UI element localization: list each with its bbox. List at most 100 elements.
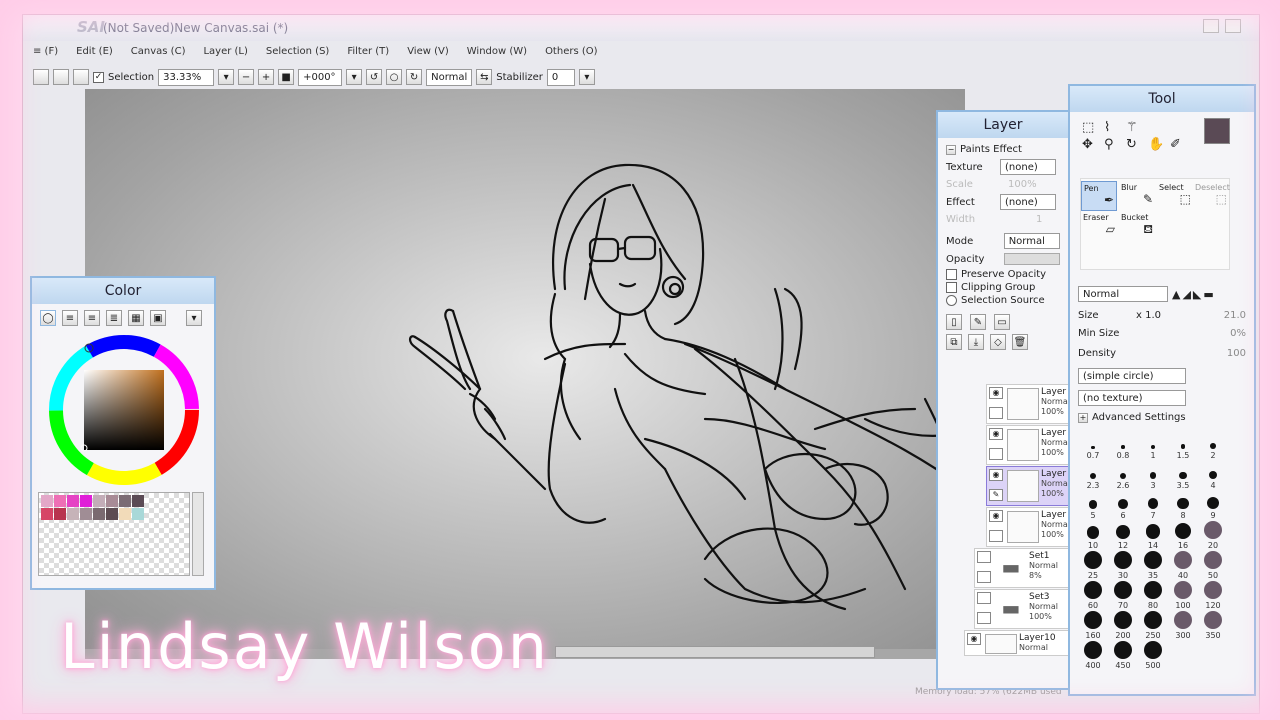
canvas-paper[interactable] [85,89,965,649]
lasso-icon[interactable]: ⌇ [1104,120,1124,135]
tool-bucket[interactable]: Bucket ⛾ [1119,211,1155,241]
color-swatch[interactable] [93,508,105,520]
layer-lock-icon[interactable] [977,612,991,624]
new-folder-icon[interactable]: ▭ [994,314,1010,330]
eyedropper-icon[interactable]: ✐ [1170,137,1190,152]
brush-size-preset[interactable]: 8 [1168,490,1198,520]
brush-size-preset[interactable]: 120 [1198,580,1228,610]
rgb-slider-tab[interactable]: ≡ [62,310,78,326]
color-swatch[interactable] [93,495,105,507]
menu-selection[interactable]: Selection (S) [257,43,338,63]
visibility-eye-icon[interactable]: ◉ [989,387,1003,399]
menu-filter[interactable]: Filter (T) [338,43,398,63]
zoom-reset-button[interactable]: ■ [278,69,295,85]
zoom-field[interactable]: 33.33% [158,68,215,86]
brush-size-preset[interactable]: 7 [1138,490,1168,520]
expand-icon[interactable]: + [1078,412,1088,423]
color-list-tab[interactable]: ≣ [106,310,122,326]
swatch-tab[interactable]: ▦ [128,310,144,326]
layer-lock-icon[interactable] [989,448,1003,460]
toolbar-button-1[interactable] [33,69,49,85]
canvas-horizontal-scrollbar[interactable] [555,646,875,658]
tool-eraser[interactable]: Eraser ▱ [1081,211,1117,241]
menu-file[interactable]: ≡ (F) [31,43,67,63]
layer-item[interactable]: ◉ Layer Normal 100% [986,507,1070,547]
brush-size-preset[interactable]: 10 [1078,520,1108,550]
primary-color-swatch[interactable] [1204,118,1230,144]
brush-size-preset[interactable]: 500 [1138,640,1168,670]
brush-size-preset[interactable]: 30 [1108,550,1138,580]
layer-item-selected[interactable]: ◉ ✎ Layer Normal 100% [986,466,1070,506]
minimize-button[interactable] [1203,19,1219,33]
layer-lock-icon[interactable] [989,407,1003,419]
brush-size-preset[interactable]: 400 [1078,640,1108,670]
brush-size-preset[interactable]: 2.6 [1108,460,1138,490]
clipping-group-row[interactable]: Clipping Group [938,282,1068,295]
zoom-dropdown[interactable]: ▾ [218,69,235,85]
hsv-slider-tab[interactable]: ≡ [84,310,100,326]
selection-checkbox[interactable]: ✓ [93,71,104,83]
visibility-eye-icon[interactable]: ◉ [967,633,981,645]
color-swatch[interactable] [41,495,53,507]
flip-icon[interactable]: ⇆ [476,69,493,85]
collapse-icon[interactable]: − [946,144,956,155]
brush-size-preset[interactable]: 1 [1138,430,1168,460]
zoom-out-button[interactable]: − [238,69,255,85]
brush-size-preset[interactable]: 200 [1108,610,1138,640]
scratchpad-tab[interactable]: ▣ [150,310,166,326]
brush-size-preset[interactable]: 60 [1078,580,1108,610]
density-value[interactable]: 100 [1227,348,1246,359]
brush-size-preset[interactable]: 2 [1198,430,1228,460]
brush-size-preset[interactable]: 0.8 [1108,430,1138,460]
color-swatch[interactable] [132,508,144,520]
folder-item[interactable]: ▬ Set3 Normal 100% [974,589,1070,629]
folder-item[interactable]: ▬ Set1 Normal 8% [974,548,1070,588]
min-size-value[interactable]: 0% [1230,328,1246,339]
color-wheel[interactable] [44,330,204,490]
texture-dropdown[interactable]: (none) [1000,159,1056,175]
clear-layer-icon[interactable]: ◇ [990,334,1006,350]
rotation-field[interactable]: +000° [298,68,343,86]
brush-size-preset[interactable]: 1.5 [1168,430,1198,460]
menu-window[interactable]: Window (W) [458,43,536,63]
menu-layer[interactable]: Layer (L) [194,43,256,63]
brush-size-preset[interactable]: 4 [1198,460,1228,490]
new-layer-icon[interactable]: ▯ [946,314,962,330]
zoom-icon[interactable]: ⚲ [1104,137,1124,152]
brush-size-preset[interactable]: 6 [1108,490,1138,520]
stabilizer-field[interactable]: 0 [546,68,575,86]
brush-size-preset[interactable]: 20 [1198,520,1228,550]
visibility-toggle[interactable] [977,551,991,563]
size-value[interactable]: 21.0 [1224,310,1246,321]
preserve-opacity-checkbox[interactable] [946,269,957,280]
brush-size-preset[interactable]: 3.5 [1168,460,1198,490]
color-panel-collapse[interactable]: ▾ [186,310,202,326]
magic-wand-icon[interactable]: ⚚ [1126,120,1146,135]
brush-size-preset[interactable]: 0.7 [1078,430,1108,460]
brush-size-preset[interactable]: 450 [1108,640,1138,670]
effect-dropdown[interactable]: (none) [1000,194,1056,210]
color-swatch[interactable] [119,508,131,520]
layer-lock-icon[interactable] [989,530,1003,542]
brush-size-preset[interactable]: 50 [1198,550,1228,580]
scale-value[interactable]: 100% [1008,179,1037,190]
color-swatch[interactable] [67,495,79,507]
color-swatch[interactable] [106,508,118,520]
rect-select-icon[interactable]: ⬚ [1082,120,1102,135]
layer-item[interactable]: ◉ Layer Normal 100% [986,425,1070,465]
visibility-eye-icon[interactable]: ◉ [989,428,1003,440]
visibility-toggle[interactable] [977,592,991,604]
menu-canvas[interactable]: Canvas (C) [122,43,195,63]
zoom-in-button[interactable]: + [258,69,275,85]
size-multiplier[interactable]: x 1.0 [1136,310,1161,321]
brush-size-preset[interactable]: 9 [1198,490,1228,520]
brush-size-preset[interactable]: 100 [1168,580,1198,610]
visibility-eye-icon[interactable]: ◉ [989,469,1003,481]
brush-size-preset[interactable]: 350 [1198,610,1228,640]
brush-size-preset[interactable]: 3 [1138,460,1168,490]
brush-size-preset[interactable]: 2.3 [1078,460,1108,490]
canvas-area[interactable] [85,89,965,659]
color-swatch[interactable] [54,508,66,520]
color-swatch[interactable] [132,495,144,507]
hand-icon[interactable]: ✋ [1148,137,1168,152]
